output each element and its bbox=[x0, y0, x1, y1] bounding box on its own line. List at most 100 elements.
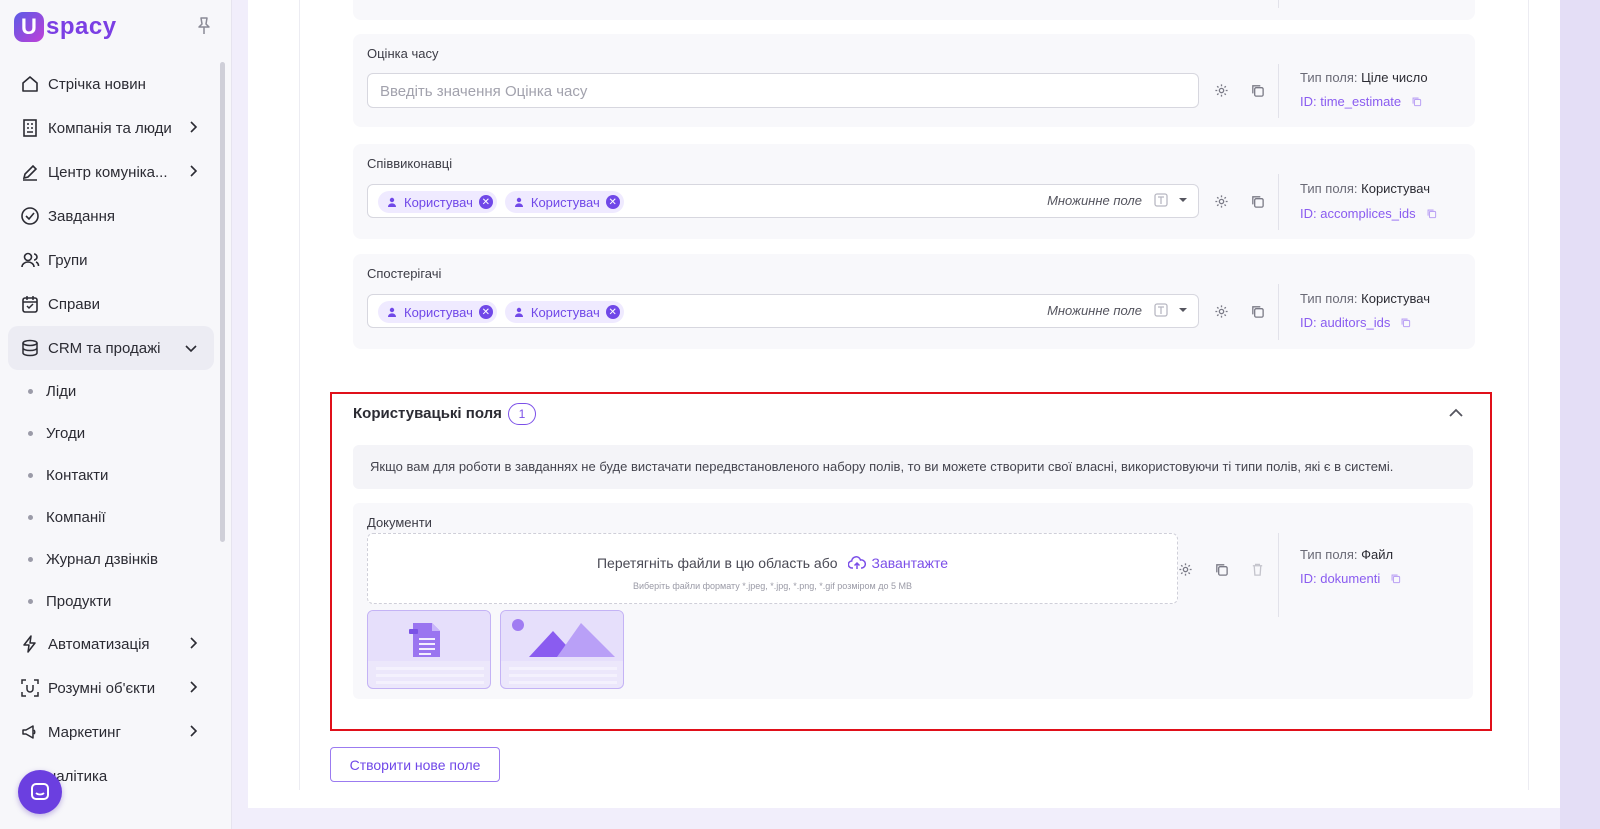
sidebar-subitem-leads[interactable]: Ліди bbox=[8, 370, 214, 412]
chevron-right-icon bbox=[190, 165, 198, 177]
copy-icon[interactable] bbox=[1390, 573, 1401, 584]
sidebar-item-marketing[interactable]: Маркетинг bbox=[8, 710, 214, 754]
user-icon bbox=[514, 307, 523, 317]
sidebar-item-groups[interactable]: Групи bbox=[8, 238, 214, 282]
field-label: Документи bbox=[367, 515, 432, 530]
text-format-icon[interactable] bbox=[1152, 191, 1170, 209]
field-card-previous bbox=[353, 0, 1475, 20]
document-preview-thumbnail[interactable] bbox=[367, 610, 491, 689]
section-title: Користувацькі поля bbox=[353, 405, 502, 422]
sidebar-item-label: Автоматизація bbox=[48, 635, 150, 653]
sidebar-subitem-deals[interactable]: Угоди bbox=[8, 412, 214, 454]
document-file-icon bbox=[368, 611, 490, 684]
copy-icon[interactable] bbox=[1411, 96, 1422, 107]
chevron-down-icon[interactable] bbox=[1176, 193, 1190, 207]
user-chip[interactable]: Користувач ✕ bbox=[504, 191, 624, 213]
gear-icon[interactable] bbox=[1167, 551, 1203, 587]
calendar-icon bbox=[20, 294, 40, 314]
user-icon bbox=[388, 307, 396, 317]
field-card-documents: Документи Перетягніть файли в цю область… bbox=[353, 503, 1473, 699]
sidebar-item-smart-objects[interactable]: Розумні об'єкти bbox=[8, 666, 214, 710]
home-icon bbox=[20, 74, 40, 94]
file-drop-zone[interactable]: Перетягніть файли в цю область або Заван… bbox=[367, 533, 1178, 604]
right-gutter bbox=[1560, 0, 1600, 829]
database-icon bbox=[20, 338, 40, 358]
upload-link[interactable]: Завантажте bbox=[847, 555, 948, 571]
sidebar-item-label: Розумні об'єкти bbox=[48, 679, 156, 697]
field-label: Оцінка часу bbox=[367, 46, 439, 61]
image-file-icon bbox=[501, 611, 623, 684]
sidebar-item-affairs[interactable]: Справи bbox=[8, 282, 214, 326]
field-label: Співвиконавці bbox=[367, 156, 453, 171]
chevron-down-icon bbox=[185, 345, 197, 353]
scan-icon bbox=[20, 678, 40, 698]
logo-word: spacy bbox=[46, 13, 117, 40]
field-id[interactable]: ID: dokumenti bbox=[1300, 571, 1401, 586]
user-icon bbox=[514, 197, 523, 207]
sidebar-item-crm[interactable]: CRM та продажі bbox=[8, 326, 214, 370]
image-preview-thumbnail[interactable] bbox=[500, 610, 624, 689]
field-type: Тип поля: Ціле число bbox=[1300, 70, 1428, 85]
sidebar-item-label: Групи bbox=[48, 251, 88, 269]
sidebar-item-communications[interactable]: Центр комуніка... bbox=[8, 150, 214, 194]
copy-icon[interactable] bbox=[1239, 72, 1275, 108]
pin-icon[interactable] bbox=[196, 16, 212, 36]
building-icon bbox=[20, 118, 40, 138]
logo[interactable]: U spacy bbox=[14, 12, 117, 42]
input-placeholder: Введіть значення Оцінка часу bbox=[380, 83, 588, 100]
chevron-right-icon bbox=[190, 725, 198, 737]
field-id[interactable]: ID: auditors_ids bbox=[1300, 315, 1411, 330]
text-format-icon[interactable] bbox=[1152, 301, 1170, 319]
sidebar-item-label: Центр комуніка... bbox=[48, 163, 168, 181]
copy-icon[interactable] bbox=[1426, 208, 1437, 219]
megaphone-icon bbox=[20, 722, 40, 742]
lightning-icon bbox=[20, 634, 40, 654]
accomplices-select[interactable]: Користувач ✕ Користувач ✕ Множинне поле bbox=[367, 184, 1199, 218]
remove-icon[interactable]: ✕ bbox=[478, 195, 493, 209]
edit-icon bbox=[20, 162, 40, 182]
sidebar-item-company[interactable]: Компанія та люди bbox=[8, 106, 214, 150]
logo-mark: U bbox=[14, 12, 44, 42]
sidebar-subitem-products[interactable]: Продукти bbox=[8, 580, 214, 622]
gear-icon[interactable] bbox=[1203, 293, 1239, 329]
chat-icon bbox=[31, 783, 49, 800]
sidebar-subitem-companies[interactable]: Компанії bbox=[8, 496, 214, 538]
sidebar-item-label: Компанія та люди bbox=[48, 119, 172, 137]
remove-icon[interactable]: ✕ bbox=[605, 305, 620, 319]
sidebar-item-news-feed[interactable]: Стрічка новин bbox=[8, 62, 214, 106]
remove-icon[interactable]: ✕ bbox=[478, 305, 493, 319]
count-badge: 1 bbox=[508, 403, 536, 425]
user-chip[interactable]: Користувач ✕ bbox=[378, 301, 497, 323]
field-id[interactable]: ID: time_estimate bbox=[1300, 94, 1422, 109]
field-card-time-estimate: Оцінка часу Введіть значення Оцінка часу… bbox=[353, 34, 1475, 127]
sidebar: U spacy Стрічка новин Компанія та люди Ц… bbox=[0, 0, 232, 829]
chevron-up-icon[interactable] bbox=[1448, 406, 1464, 420]
remove-icon[interactable]: ✕ bbox=[605, 195, 620, 209]
create-new-field-button[interactable]: Створити нове поле bbox=[330, 747, 500, 782]
field-type: Тип поля: Користувач bbox=[1300, 291, 1431, 306]
copy-icon[interactable] bbox=[1400, 317, 1411, 328]
sidebar-subitem-contacts[interactable]: Контакти bbox=[8, 454, 214, 496]
gear-icon[interactable] bbox=[1203, 72, 1239, 108]
upload-cloud-icon bbox=[847, 556, 866, 569]
field-card-accomplices: Співвиконавці Користувач ✕ Користувач ✕ Мн… bbox=[353, 144, 1475, 239]
sidebar-item-label: CRM та продажі bbox=[48, 339, 161, 357]
user-chip[interactable]: Користувач ✕ bbox=[504, 301, 624, 323]
custom-fields-section: Користувацькі поля 1 Якщо вам для роботи… bbox=[330, 392, 1492, 731]
user-chip[interactable]: Користувач ✕ bbox=[378, 191, 497, 213]
trash-icon[interactable] bbox=[1239, 551, 1275, 587]
sidebar-scrollbar[interactable] bbox=[220, 62, 225, 542]
sidebar-subitem-call-log[interactable]: Журнал дзвінків bbox=[8, 538, 214, 580]
sidebar-item-tasks[interactable]: Завдання bbox=[8, 194, 214, 238]
sidebar-item-automation[interactable]: Автоматизація bbox=[8, 622, 214, 666]
user-icon bbox=[388, 197, 396, 207]
chevron-down-icon[interactable] bbox=[1176, 303, 1190, 317]
chat-support-button[interactable] bbox=[18, 770, 62, 814]
copy-icon[interactable] bbox=[1203, 551, 1239, 587]
copy-icon[interactable] bbox=[1239, 183, 1275, 219]
gear-icon[interactable] bbox=[1203, 183, 1239, 219]
time-estimate-input[interactable]: Введіть значення Оцінка часу bbox=[367, 73, 1199, 108]
auditors-select[interactable]: Користувач ✕ Користувач ✕ Множинне поле bbox=[367, 294, 1199, 328]
copy-icon[interactable] bbox=[1239, 293, 1275, 329]
field-id[interactable]: ID: accomplices_ids bbox=[1300, 206, 1437, 221]
